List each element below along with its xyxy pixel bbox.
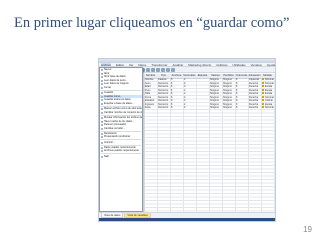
table-cell[interactable]: Numérico [157,106,170,110]
table-cell[interactable]: Zona [144,106,157,110]
file-menu-dropdown: Nuevo Abrir Abrir base de datos Leer datos … [99,67,143,212]
weight-cases-icon[interactable] [161,68,165,72]
file-menu-item[interactable]: Cambiar servidor... [100,127,142,131]
value-labels-icon[interactable] [171,68,175,72]
table-cell[interactable]: Derecha [248,106,261,110]
file-menu-item[interactable]: Exportar a base de datos... [100,102,142,106]
split-file-icon[interactable] [156,68,160,72]
file-menu-item[interactable]: Archivos usados recientemente [100,149,142,153]
spss-window-screenshot: Archivo Editar Ver Datos Transformar Analizar… [98,58,276,222]
file-menu-item[interactable]: Presentación preliminar [100,135,142,139]
slide-heading: En primer lugar cliqueamos en “guardar c… [14,15,290,31]
menu-5[interactable]: Analizar [172,63,183,67]
menu-9[interactable]: Ventana [251,63,262,67]
table-cell[interactable]: Ninguno [209,106,222,110]
file-menu-item[interactable]: Salir [100,155,142,159]
table-cell[interactable] [196,106,209,110]
variable-rows: Nombre Cadena 8 0 Ninguno Ninguno 8 Izquierda No… [144,78,275,110]
menu-7[interactable]: Gráficos [216,63,227,67]
menu-1[interactable]: Editar [116,63,124,67]
windows-taskbar [99,218,275,221]
file-menu-item[interactable]: Imprimir... [100,141,142,145]
file-menu-item[interactable]: Cerrar [100,86,142,90]
menu-2[interactable]: Ver [129,63,134,67]
table-cell[interactable]: 8 [170,106,183,110]
menu-3[interactable]: Datos [138,63,146,67]
table-row[interactable]: Zona Numérico 8 0 Ninguno Ninguno 8 Derecha Nomi… [144,106,275,110]
select-cases-icon[interactable] [166,68,170,72]
table-cell[interactable]: Ninguno [222,106,235,110]
table-cell[interactable]: Nominal [261,106,274,110]
table-cell[interactable]: 0 [183,106,196,110]
file-menu-item[interactable]: Cambiar nombre de conjunto de datos... [100,111,142,115]
menu-6[interactable]: Marketing directo [188,63,211,67]
menu-10[interactable]: Ayuda [267,63,275,67]
menu-0[interactable]: Archivo [101,63,112,67]
menu-8[interactable]: Utilidades [232,63,245,67]
menu-4[interactable]: Transformar [151,63,167,67]
insert-variable-icon[interactable] [151,68,155,72]
insert-cases-icon[interactable] [146,68,150,72]
table-cell[interactable]: 8 [235,106,248,110]
page-number: 19 [303,225,312,234]
